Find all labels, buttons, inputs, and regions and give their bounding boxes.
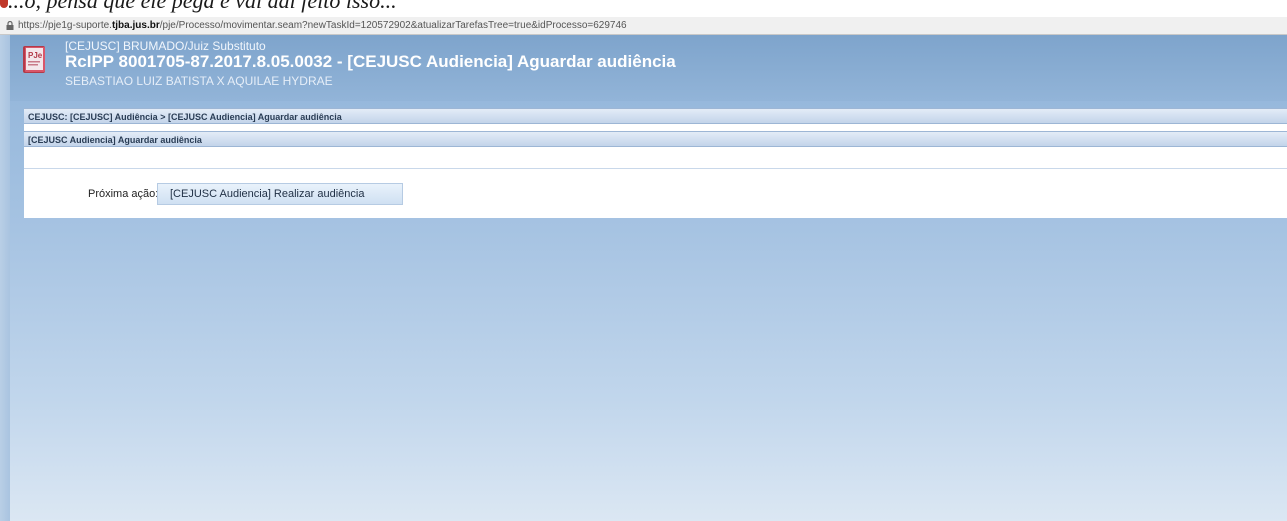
left-edge [0,35,10,521]
process-header: PJe [CEJUSC] BRUMADO/Juiz Substituto RcI… [10,35,1287,101]
task-title-bar: [CEJUSC Audiencia] Aguardar audiência [24,131,1287,147]
svg-text:PJe: PJe [28,51,43,60]
divider [24,168,1287,169]
browser-icon [0,0,8,8]
pje-logo-icon: PJe [23,46,45,73]
next-action-label: Próxima ação: [88,188,159,200]
process-parties: SEBASTIAO LUIZ BATISTA X AQUILAE HYDRAE [65,74,333,88]
cut-off-text: ...o, pensa que ele pega e vai daí feito… [8,0,397,13]
lock-icon [6,21,14,30]
orgao-julgador: [CEJUSC] BRUMADO/Juiz Substituto [65,39,266,53]
task-panel: CEJUSC: [CEJUSC] Audiência > [CEJUSC Aud… [24,108,1287,218]
address-bar[interactable]: https://pje1g-suporte.tjba.jus.br/pje/Pr… [0,17,1287,35]
cut-off-top-strip: ...o, pensa que ele pega e vai daí feito… [0,0,1287,17]
breadcrumb: CEJUSC: [CEJUSC] Audiência > [CEJUSC Aud… [24,108,1287,124]
url-text[interactable]: https://pje1g-suporte.tjba.jus.br/pje/Pr… [18,17,627,34]
next-action-button[interactable]: [CEJUSC Audiencia] Realizar audiência [157,183,403,205]
process-title: RcIPP 8001705-87.2017.8.05.0032 - [CEJUS… [65,52,676,71]
app-area: PJe [CEJUSC] BRUMADO/Juiz Substituto RcI… [0,35,1287,521]
